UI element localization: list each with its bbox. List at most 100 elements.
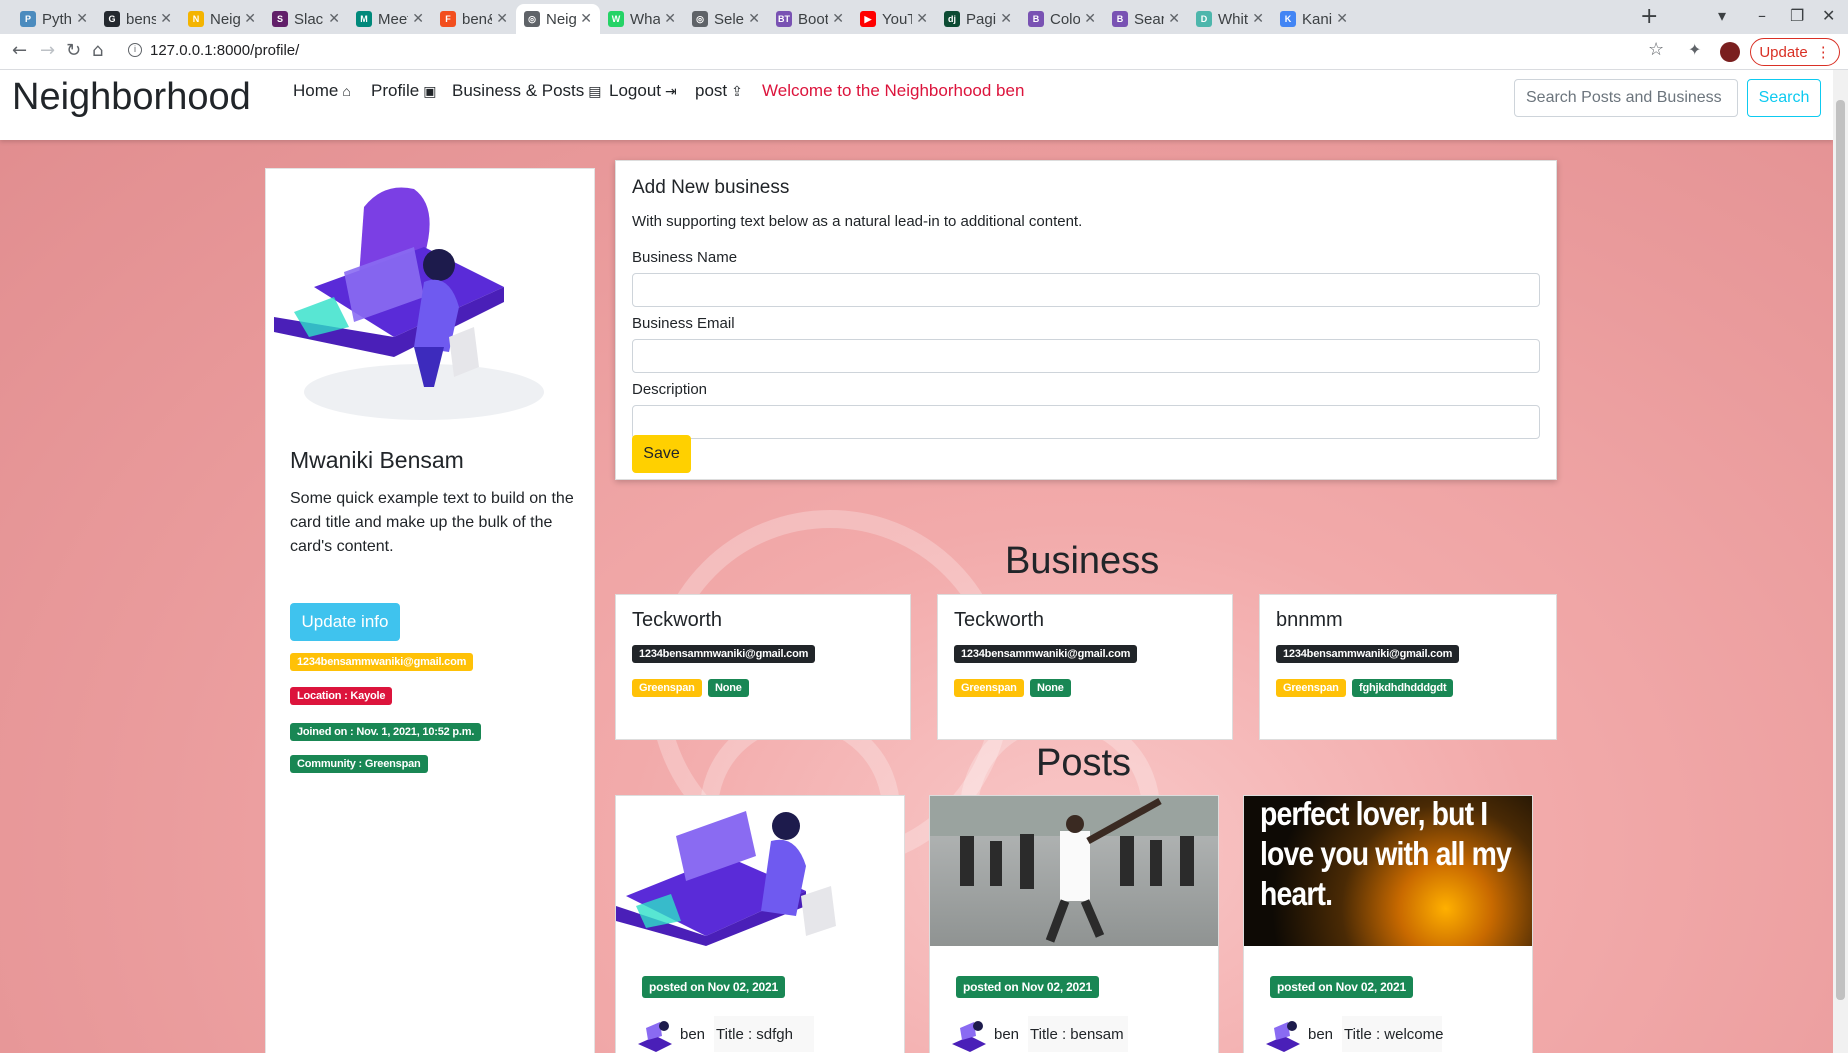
- community-badge: Community : Greenspan: [290, 755, 428, 773]
- nav-business-posts-link[interactable]: Business & Posts ▤: [452, 81, 602, 101]
- nav-home-link[interactable]: Home ⌂: [293, 81, 351, 101]
- tab-close-icon[interactable]: ✕: [412, 11, 424, 27]
- close-window-icon[interactable]: ✕: [1822, 6, 1835, 25]
- back-icon[interactable]: ←: [12, 40, 27, 61]
- new-tab-icon[interactable]: +: [1640, 4, 1658, 29]
- tab-close-icon[interactable]: ✕: [328, 11, 340, 27]
- browser-tab[interactable]: ◎ Neigh✕: [516, 4, 600, 34]
- tab-favicon-icon: P: [20, 11, 36, 27]
- tab-close-icon[interactable]: ✕: [1336, 11, 1348, 27]
- restore-icon[interactable]: ❐: [1790, 6, 1804, 25]
- browser-tab[interactable]: dj Pagin✕: [936, 4, 1020, 34]
- minimize-icon[interactable]: –: [1758, 6, 1766, 25]
- nav-logout-link[interactable]: Logout ⇥: [609, 81, 677, 101]
- page-scrollbar[interactable]: [1833, 70, 1848, 1053]
- user-icon: ▣: [423, 82, 437, 99]
- browser-tab[interactable]: B Searc✕: [1104, 4, 1188, 34]
- tab-close-icon[interactable]: ✕: [1084, 11, 1096, 27]
- browser-tab[interactable]: P Pytho✕: [12, 4, 96, 34]
- post-card[interactable]: posted on Nov 02, 2021 ben Title : sdfgh: [615, 795, 905, 1053]
- tab-close-icon[interactable]: ✕: [244, 11, 256, 27]
- browser-tab-bar: PPytho✕Gbens✕NNeigh✕SSlack✕MMeet✕Fben&✕◎…: [0, 0, 1848, 34]
- home-icon[interactable]: ⌂: [92, 40, 103, 61]
- nav-post-label: post: [695, 81, 728, 100]
- browser-tab[interactable]: Fben&✕: [432, 4, 516, 34]
- browser-tab[interactable]: M Meet ✕: [348, 4, 432, 34]
- site-brand[interactable]: Neighborhood: [12, 76, 251, 119]
- post-card[interactable]: posted on Nov 02, 2021 ben Title : bensa…: [929, 795, 1219, 1053]
- tab-close-icon[interactable]: ✕: [664, 11, 676, 27]
- save-button[interactable]: Save: [632, 435, 691, 473]
- nav-logout-label: Logout: [609, 81, 661, 100]
- browser-tab[interactable]: Gbens ✕: [96, 4, 180, 34]
- browser-tab[interactable]: N Neigh✕: [180, 4, 264, 34]
- tab-close-icon[interactable]: ✕: [496, 11, 508, 27]
- nav-profile-label: Profile: [371, 81, 420, 100]
- extensions-icon[interactable]: ✦: [1688, 40, 1701, 59]
- tab-search-icon[interactable]: ▾: [1718, 6, 1726, 25]
- nav-profile-link[interactable]: Profile ▣: [371, 81, 436, 101]
- search-button[interactable]: Search: [1747, 79, 1821, 117]
- author-avatar: [1266, 1021, 1300, 1052]
- tab-favicon-icon: K: [1280, 11, 1296, 27]
- tab-favicon-icon: ◎: [692, 11, 708, 27]
- business-card[interactable]: bnnmm 1234bensammwaniki@gmail.com Greens…: [1259, 594, 1557, 740]
- tab-close-icon[interactable]: ✕: [580, 11, 592, 27]
- address-bar[interactable]: 127.0.0.1:8000/profile/: [150, 42, 299, 59]
- tab-close-icon[interactable]: ✕: [916, 11, 928, 27]
- browser-tab[interactable]: W What✕: [600, 4, 684, 34]
- reload-icon[interactable]: ↻: [66, 40, 81, 61]
- tab-close-icon[interactable]: ✕: [748, 11, 760, 27]
- tab-close-icon[interactable]: ✕: [160, 11, 172, 27]
- business-email-badge: 1234bensammwaniki@gmail.com: [1276, 645, 1460, 663]
- site-info-icon[interactable]: i: [128, 43, 142, 57]
- scrollbar-thumb[interactable]: [1836, 100, 1845, 1000]
- tab-favicon-icon: D: [1196, 11, 1212, 27]
- post-image: perfect lover, but I love you with all m…: [1244, 796, 1532, 946]
- post-title: Title : welcome: [1344, 1026, 1444, 1043]
- browser-update-button[interactable]: Update ⋮: [1750, 38, 1840, 66]
- tab-title: bens: [126, 10, 157, 28]
- tab-favicon-icon: M: [356, 11, 372, 27]
- welcome-message: Welcome to the Neighborhood ben: [762, 81, 1025, 100]
- bookmark-star-icon[interactable]: ☆: [1648, 39, 1664, 60]
- business-email-badge: 1234bensammwaniki@gmail.com: [632, 645, 816, 663]
- business-community-badge: Greenspan: [954, 679, 1024, 697]
- tab-close-icon[interactable]: ✕: [1252, 11, 1264, 27]
- tab-favicon-icon: F: [440, 11, 456, 27]
- tab-title: Meet: [378, 10, 409, 28]
- business-name: Teckworth: [954, 609, 1045, 631]
- business-email-field[interactable]: [632, 339, 1540, 373]
- browser-tab[interactable]: D Whit ✕: [1188, 4, 1272, 34]
- browser-profile-avatar[interactable]: [1720, 42, 1740, 62]
- tab-close-icon[interactable]: ✕: [76, 11, 88, 27]
- business-name-label: Business Name: [632, 249, 738, 266]
- add-business-form: Add New business With supporting text be…: [615, 160, 1557, 480]
- browser-tab[interactable]: B Color✕: [1020, 4, 1104, 34]
- browser-tab[interactable]: BT Boot ✕: [768, 4, 852, 34]
- search-input[interactable]: [1514, 79, 1738, 117]
- browser-tab[interactable]: ◎ Selec✕: [684, 4, 768, 34]
- post-card[interactable]: perfect lover, but I love you with all m…: [1243, 795, 1533, 1053]
- browser-tab[interactable]: S Slack✕: [264, 4, 348, 34]
- business-card[interactable]: Teckworth 1234bensammwaniki@gmail.com Gr…: [615, 594, 911, 740]
- description-field[interactable]: [632, 405, 1540, 439]
- browser-tab[interactable]: K Kanit✕: [1272, 4, 1356, 34]
- nav-post-link[interactable]: post ⇪: [695, 81, 743, 101]
- tab-close-icon[interactable]: ✕: [1168, 11, 1180, 27]
- update-info-button[interactable]: Update info: [290, 603, 400, 641]
- forward-icon[interactable]: →: [40, 40, 55, 61]
- business-name-field[interactable]: [632, 273, 1540, 307]
- description-label: Description: [632, 381, 708, 398]
- business-tag-badge: None: [1030, 679, 1071, 697]
- tab-close-icon[interactable]: ✕: [1000, 11, 1012, 27]
- post-title: Title : sdfgh: [716, 1026, 793, 1043]
- tab-close-icon[interactable]: ✕: [832, 11, 844, 27]
- post-author: ben Title : welcome: [1264, 1016, 1514, 1053]
- tab-favicon-icon: BT: [776, 11, 792, 27]
- tab-title: Pagin: [966, 10, 997, 28]
- browser-tab[interactable]: ▶ YouT ✕: [852, 4, 936, 34]
- post-author: ben Title : sdfgh: [636, 1016, 886, 1053]
- business-card[interactable]: Teckworth 1234bensammwaniki@gmail.com Gr…: [937, 594, 1233, 740]
- tab-favicon-icon: W: [608, 11, 624, 27]
